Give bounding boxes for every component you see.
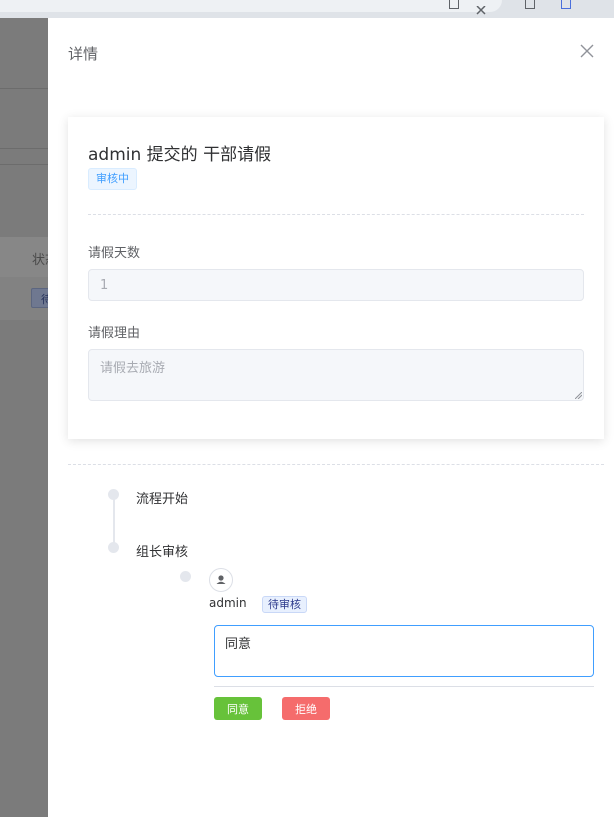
- background-page: [0, 18, 48, 817]
- comment-divider: [214, 686, 594, 687]
- timeline-step-start: 流程开始: [136, 492, 189, 507]
- timeline-step-review: 组长审核: [136, 545, 189, 560]
- leave-reason-field[interactable]: [88, 349, 584, 401]
- star-icon[interactable]: [476, 0, 486, 15]
- timeline-dot: [108, 489, 119, 500]
- resize-handle-icon[interactable]: [575, 392, 582, 399]
- close-icon[interactable]: [579, 43, 595, 59]
- timeline-dot: [108, 542, 119, 553]
- divider: [0, 148, 48, 149]
- leave-reason-label: 请假理由: [88, 326, 141, 341]
- reject-button[interactable]: 拒绝: [282, 697, 330, 720]
- request-card: admin 提交的 干部请假 审核中 请假天数 请假理由: [68, 117, 604, 439]
- leave-days-label: 请假天数: [88, 246, 141, 261]
- divider: [0, 164, 48, 165]
- drawer-title: 详情: [68, 45, 99, 63]
- request-title: admin 提交的 干部请假: [88, 145, 272, 165]
- leave-days-field[interactable]: [88, 269, 584, 301]
- agree-button[interactable]: 同意: [214, 697, 262, 720]
- status-badge: 审核中: [88, 168, 137, 190]
- user-icon: [216, 575, 226, 584]
- approval-comment-input[interactable]: [214, 625, 594, 677]
- approver-name: admin: [209, 596, 247, 610]
- section-divider: [68, 464, 604, 465]
- tab-icon[interactable]: [525, 0, 535, 9]
- browser-toolbar: [0, 0, 614, 18]
- extension-icon[interactable]: [449, 0, 459, 9]
- address-bar[interactable]: [0, 0, 502, 12]
- divider: [0, 88, 48, 89]
- approver-status-badge: 待审核: [262, 596, 307, 613]
- card-divider: [88, 214, 584, 215]
- avatar: [209, 568, 233, 592]
- profile-icon[interactable]: [561, 0, 571, 9]
- detail-drawer: 详情 admin 提交的 干部请假 审核中 请假天数 请假理由: [48, 18, 614, 817]
- timeline-subdot: [180, 571, 191, 582]
